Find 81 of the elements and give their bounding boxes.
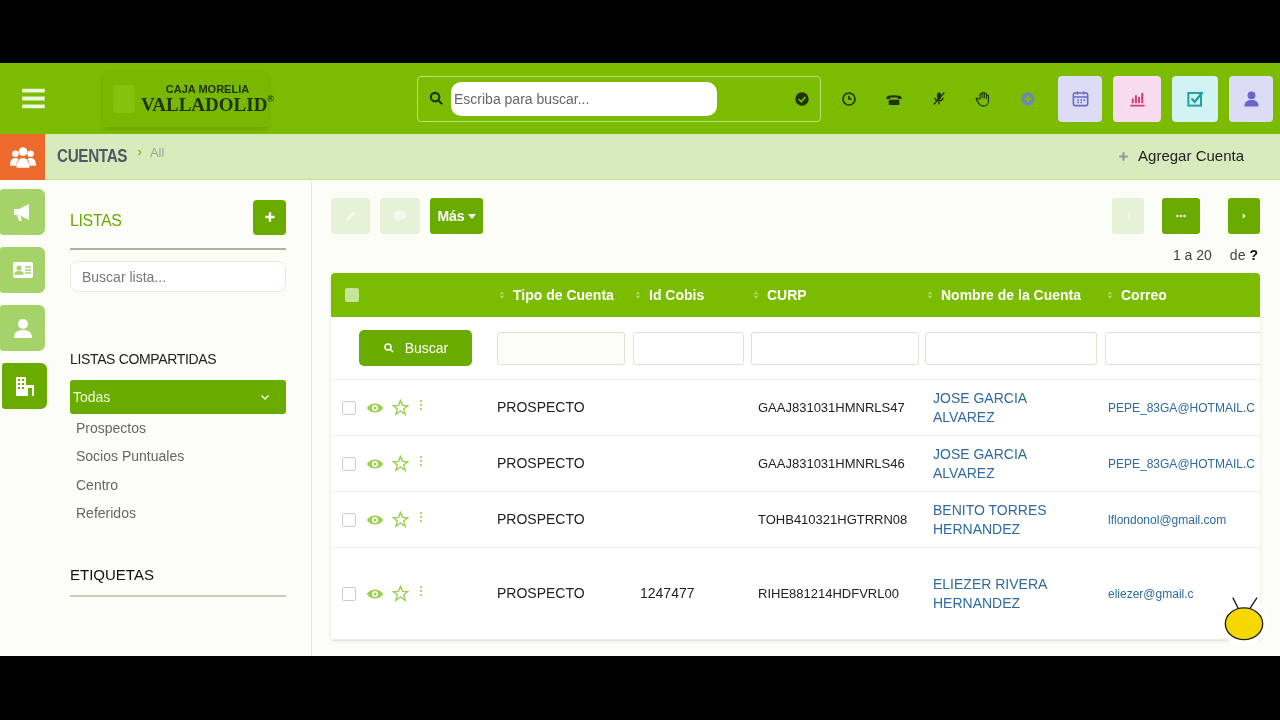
search-icon — [428, 90, 445, 107]
rail-button[interactable] — [0, 189, 45, 235]
mute-microphone-icon — [931, 90, 947, 107]
add-account-button[interactable]: Agregar Cuenta — [1117, 145, 1244, 168]
table-cell-text: PROSPECTO — [497, 510, 586, 529]
table-cell-text: RIHE881214HDFVRL00 — [757, 584, 900, 603]
plus-icon — [262, 210, 277, 224]
column-filter-field[interactable] — [925, 331, 1097, 365]
app-tile[interactable] — [1229, 75, 1273, 122]
table-cell-text: GAAJ831031HMNRLS47 — [757, 398, 906, 417]
check-circle-icon — [794, 90, 810, 107]
list-search-field[interactable]: Buscar lista... — [70, 261, 286, 292]
add-list-button[interactable] — [253, 199, 286, 235]
caret-icon — [467, 213, 476, 219]
section-title: ETIQUETAS — [70, 564, 286, 597]
row-checkbox[interactable] — [342, 400, 356, 415]
logo-text: CAJA MORELIA — [165, 83, 250, 95]
search-icon — [382, 342, 395, 354]
section-title: LISTAS — [70, 211, 122, 231]
previous-page-button[interactable] — [1112, 198, 1144, 234]
row-checkbox[interactable] — [342, 456, 356, 471]
rail-button[interactable] — [2, 363, 47, 409]
app-tile[interactable] — [1172, 75, 1218, 122]
email-link[interactable]: PEPE_83GA@HOTMAIL.C — [1105, 454, 1260, 473]
list-item[interactable]: Socios Puntuales — [70, 442, 286, 471]
table-cell-text: PROSPECTO — [497, 398, 586, 417]
table-cell-text: GAAJ831031HMNRLS46 — [757, 454, 906, 473]
total-label: de — [1229, 245, 1246, 265]
edit-button[interactable] — [331, 198, 370, 234]
hand-icon — [975, 89, 992, 108]
sort-icon — [497, 289, 507, 301]
column-filter-field[interactable] — [751, 331, 919, 365]
star-icon — [392, 455, 409, 472]
star-icon — [392, 511, 409, 528]
clock-icon — [841, 90, 857, 107]
email-link[interactable]: eliezer@gmail.c — [1105, 584, 1260, 603]
table-cell-text: PROSPECTO — [497, 454, 586, 473]
calendar-icon — [1070, 89, 1090, 108]
sort-icon — [633, 289, 643, 301]
account-name-link[interactable]: JOSE GARCIA ALVAREZ — [925, 388, 1105, 427]
total-count: ? — [1249, 245, 1258, 265]
next-page-button[interactable] — [1228, 198, 1260, 234]
star-icon — [392, 585, 409, 602]
email-link[interactable]: PEPE_83GA@HOTMAIL.C — [1105, 398, 1260, 417]
app-tile[interactable] — [1113, 75, 1161, 122]
page-menu-button[interactable] — [1162, 198, 1200, 234]
search-field[interactable]: Escriba para buscar... — [451, 81, 717, 116]
section-title: LISTAS COMPARTIDAS — [70, 350, 218, 369]
table-cell-text: TOHB410321HGTRRN08 — [757, 510, 909, 529]
account-name-link[interactable]: ELIEZER RIVERA HERNANDEZ — [925, 574, 1105, 613]
registered-mark: ® — [267, 94, 274, 104]
row-checkbox[interactable] — [342, 586, 356, 601]
sort-icon — [1105, 289, 1115, 301]
logo-text: VALLADOLID — [141, 94, 268, 114]
account-name-link[interactable]: JOSE GARCIA ALVAREZ — [925, 444, 1105, 483]
add-circle-icon — [1020, 90, 1036, 107]
sort-icon — [751, 289, 761, 301]
table-cell-text: 1247477 — [639, 584, 696, 603]
next-icon — [1240, 211, 1248, 221]
list-item[interactable]: Centro — [70, 471, 286, 500]
sort-icon — [925, 289, 935, 301]
email-link[interactable]: lflondonol@gmail.com — [1105, 510, 1260, 529]
row-checkbox[interactable] — [342, 512, 356, 527]
rail-button[interactable] — [0, 305, 45, 351]
page-title: CUENTAS — [57, 145, 128, 168]
column-filter-field[interactable] — [497, 331, 625, 365]
plus-icon — [1117, 150, 1131, 163]
table-cell-text: PROSPECTO — [497, 584, 586, 603]
list-item[interactable]: Prospectos — [70, 414, 286, 443]
select-all-checkbox[interactable] — [345, 288, 359, 302]
column-filter-field[interactable] — [1105, 331, 1260, 365]
column-filter-field[interactable] — [633, 331, 744, 365]
star-icon — [392, 399, 409, 416]
account-name-link[interactable]: BENITO TORRES HERNANDEZ — [925, 500, 1105, 539]
comment-button[interactable] — [380, 198, 420, 234]
checkbox-icon — [1185, 89, 1205, 108]
page-range: 1 a 20 — [1172, 245, 1212, 265]
list-item[interactable]: Referidos — [70, 499, 286, 528]
app-tile[interactable] — [1058, 75, 1102, 122]
breadcrumb-separator-icon: › — [137, 142, 142, 162]
rail-button[interactable] — [0, 247, 45, 293]
